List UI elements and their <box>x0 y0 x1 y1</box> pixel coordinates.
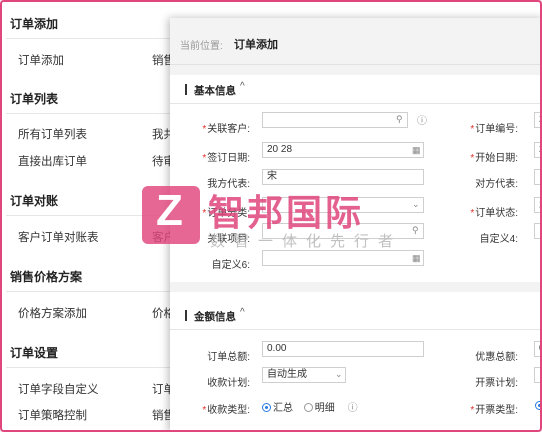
radio-detail[interactable]: 明细 <box>303 403 335 414</box>
their-rep-label: 对方代表: <box>475 179 518 190</box>
menu-item-direct-outbound[interactable]: 直接出库订单 <box>18 153 87 169</box>
radio-selected-icon <box>262 403 271 412</box>
section-title-amount: 金额信息 <box>194 311 236 323</box>
invoice-plan-select[interactable] <box>534 367 540 383</box>
menu-item-customer-reconcile[interactable]: 客户订单对账表 <box>18 229 99 245</box>
start-date-label: *开始日期: <box>470 153 518 164</box>
invoice-type-radio[interactable] <box>535 401 540 410</box>
info-icon[interactable]: ⓘ <box>348 403 358 414</box>
divider <box>6 291 172 292</box>
their-rep-input[interactable] <box>534 169 540 185</box>
menu-item-price-plan-add[interactable]: 价格方案添加 <box>18 305 87 321</box>
section-header-basic[interactable]: 基本信息 ^ <box>170 75 540 104</box>
collect-plan-label: 收款计划: <box>207 378 250 389</box>
menu-group-price-plan: 销售价格方案 <box>10 270 83 284</box>
breadcrumb-page: 订单添加 <box>234 39 278 51</box>
calendar-icon[interactable]: ▦ <box>412 145 421 156</box>
divider <box>6 113 172 114</box>
section-marker <box>185 84 187 95</box>
collect-type-radio-group: 汇总 明细 ⓘ <box>262 399 358 414</box>
breadcrumb: 当前位置: 订单添加 <box>170 18 540 65</box>
start-date-input[interactable]: 20 <box>534 142 540 158</box>
invoice-plan-label: 开票计划: <box>475 378 518 389</box>
spacer <box>170 65 540 75</box>
order-no-input[interactable]: 20 <box>534 112 540 128</box>
status-select[interactable]: 生 <box>534 197 540 213</box>
sign-date-input[interactable]: 20 28 <box>262 142 424 158</box>
spacer <box>170 282 540 292</box>
discount-label: 优惠总额: <box>475 352 518 363</box>
menu-item-strategy[interactable]: 订单策略控制 <box>18 407 87 423</box>
search-icon[interactable]: ⚲ <box>396 114 403 125</box>
menu-group-order-add: 订单添加 <box>10 17 59 31</box>
section-title-basic: 基本信息 <box>194 85 236 97</box>
watermark-logo-letter: Z <box>156 186 183 235</box>
total-label: 订单总额: <box>207 352 250 363</box>
customer-label: *关联客户: <box>202 124 250 135</box>
chevron-up-icon[interactable]: ^ <box>240 307 245 318</box>
order-no-label: *订单编号: <box>470 124 518 135</box>
radio-summary[interactable]: 汇总 <box>262 403 293 414</box>
breadcrumb-prefix: 当前位置: <box>180 41 223 52</box>
custom4-label: 自定义4: <box>479 234 518 245</box>
watermark: Z 智邦国际 数智一体化先行者 <box>142 180 432 260</box>
info-icon[interactable]: ⓘ <box>417 112 427 127</box>
collect-type-label: *收款类型: <box>202 405 250 416</box>
discount-input[interactable]: 0. <box>534 341 540 357</box>
app-frame: 订单添加 订单添加 销售 订单列表 所有订单列表 我共 直接出库订单 待审 订单… <box>0 0 542 432</box>
invoice-type-label: *开票类型: <box>470 405 518 416</box>
chevron-up-icon[interactable]: ^ <box>240 81 245 92</box>
watermark-name: 智邦国际 <box>208 192 365 233</box>
divider <box>6 38 172 39</box>
menu-item-all-orders[interactable]: 所有订单列表 <box>18 126 87 142</box>
menu-group-order-list: 订单列表 <box>10 92 59 106</box>
section-marker <box>185 310 187 321</box>
collect-plan-select[interactable]: 自动生成 <box>262 367 346 383</box>
divider <box>6 367 172 368</box>
menu-group-reconcile: 订单对账 <box>10 194 59 208</box>
watermark-slogan: 数智一体化先行者 <box>210 233 403 250</box>
sign-date-label: *签订日期: <box>202 153 250 164</box>
customer-input[interactable] <box>262 112 408 128</box>
total-input[interactable]: 0.00 <box>262 341 424 357</box>
section-header-amount[interactable]: 金额信息 ^ <box>170 301 540 330</box>
menu-item-order-add[interactable]: 订单添加 <box>18 52 64 68</box>
chevron-down-icon[interactable]: ⌄ <box>335 369 343 380</box>
menu-item-field-custom[interactable]: 订单字段自定义 <box>18 381 99 397</box>
menu-group-settings: 订单设置 <box>10 346 59 360</box>
custom4-input[interactable] <box>534 223 540 239</box>
radio-icon <box>303 403 313 412</box>
status-label: *订单状态: <box>470 208 518 219</box>
